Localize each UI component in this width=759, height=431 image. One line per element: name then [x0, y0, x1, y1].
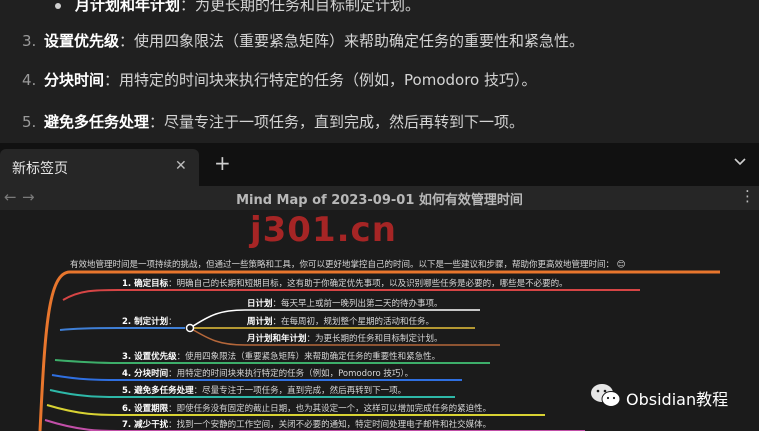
mind-map-sub-branch-3[interactable]: 月计划和年计划：为更长期的任务和目标制定计划。	[247, 334, 443, 345]
note-item-3: 3. 设置优先级：使用四象限法（重要紧急矩阵）来帮助确定任务的重要性和紧急性。	[22, 32, 585, 50]
mind-map-branch-7[interactable]: 7. 减少干扰：找到一个安静的工作空间，关闭不必要的通知，特定时间处理电子邮件和…	[122, 420, 491, 431]
watermark: j301.cn	[250, 210, 397, 250]
branch-2-connector	[59, 327, 185, 331]
mind-map-sub-branch-2[interactable]: 周计划：在每周初，规划整个星期的活动和任务。	[247, 317, 434, 328]
browser-tab-bar: 新标签页 ✕ +	[0, 143, 759, 186]
mind-map-root-node[interactable]: 有效地管理时间是一项持续的挑战，但通过一些策略和工具，你可以更好地掌控自己的时间…	[70, 260, 626, 271]
mind-map-branch-1[interactable]: 1. 确定目标：明确自己的长期和短期目标，这有助于你确定优先事项，以及识别哪些任…	[122, 279, 568, 290]
more-options-icon[interactable]: ⋮	[740, 187, 755, 205]
bullet-dot	[55, 2, 61, 9]
navigation-bar: ← → Mind Map of 2023-09-01 如何有效管理时间 ⋮	[0, 186, 759, 210]
chevron-down-icon[interactable]	[733, 155, 747, 169]
mind-map-sub-branch-1[interactable]: 日计划：每天早上或前一晚列出第二天的待办事项。	[247, 299, 443, 310]
note-item-5: 5. 避免多任务处理：尽量专注于一项任务，直到完成，然后再转到下一项。	[22, 113, 525, 131]
tab-new-tab[interactable]: 新标签页 ✕	[0, 149, 199, 186]
note-item-4: 4. 分块时间：用特定的时间块来执行特定的任务（例如，Pomodoro 技巧）。	[22, 71, 537, 89]
mind-map-canvas[interactable]: 有效地管理时间是一项持续的挑战，但通过一些策略和工具，你可以更好地掌控自己的时间…	[0, 210, 759, 431]
mind-map-branch-4[interactable]: 4. 分块时间：用特定的时间块来执行特定的任务（例如，Pomodoro 技巧）。	[122, 369, 413, 380]
new-tab-button[interactable]: +	[214, 153, 231, 173]
tab-label: 新标签页	[12, 161, 68, 177]
page-title: Mind Map of 2023-09-01 如何有效管理时间	[236, 193, 523, 208]
mind-map-branch-2[interactable]: 2. 制定计划：	[122, 317, 177, 328]
mind-map-branch-3[interactable]: 3. 设置优先级：使用四象限法（重要紧急矩阵）来帮助确定任务的重要性和紧急性。	[122, 352, 440, 363]
mind-map-branch-5[interactable]: 5. 避免多任务处理：尽量专注于一项任务，直到完成，然后再转到下一项。	[122, 386, 406, 397]
wechat-label: Obsidian教程	[626, 390, 729, 409]
close-icon[interactable]: ✕	[175, 158, 187, 174]
wechat-badge: Obsidian教程	[590, 382, 728, 412]
sub-bullet-month-plan: 月计划和年计划：为更长期的任务和目标制定计划。	[55, 0, 420, 15]
wechat-icon	[591, 384, 621, 407]
mind-map-branch-6[interactable]: 6. 设置期限：即使任务没有固定的截止日期，也为其设定一个，这样可以增加完成任务…	[122, 404, 491, 415]
note-content: 月计划和年计划：为更长期的任务和目标制定计划。 3. 设置优先级：使用四象限法（重…	[0, 0, 759, 143]
branch-2-collapse-node	[185, 323, 195, 333]
